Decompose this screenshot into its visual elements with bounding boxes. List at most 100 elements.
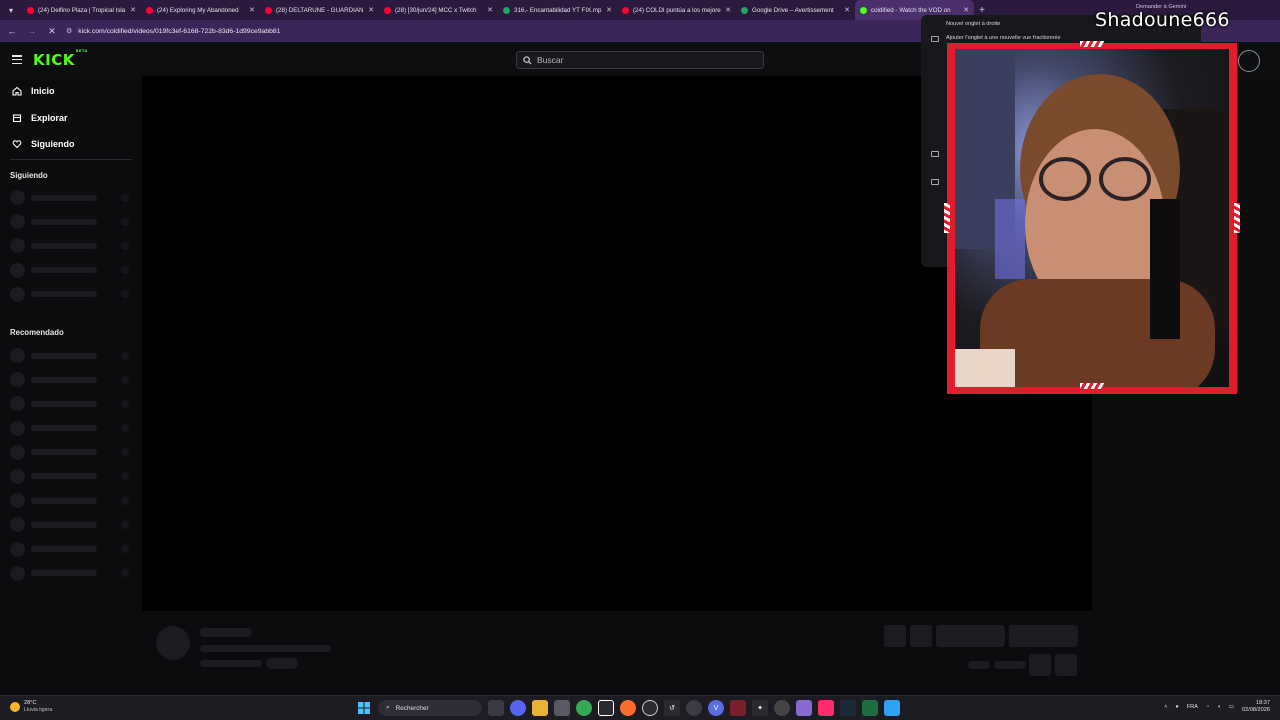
- status-dot-placeholder: [121, 290, 129, 299]
- chrome-icon[interactable]: [576, 700, 592, 716]
- app-icon[interactable]: [884, 700, 900, 716]
- app-icon[interactable]: [598, 700, 614, 716]
- vpn-icon[interactable]: V: [708, 700, 724, 716]
- close-tab-icon[interactable]: ✕: [606, 6, 612, 14]
- tab-title: (28) DELTARUNE - GUARDIAN: [276, 6, 364, 14]
- language-indicator[interactable]: FRA: [1187, 704, 1198, 710]
- app-icon[interactable]: [554, 700, 570, 716]
- browser-tab[interactable]: 316,- Encantabilidad YT FIX.mp ✕: [498, 0, 617, 20]
- close-tab-icon[interactable]: ✕: [368, 6, 374, 14]
- avatar-placeholder: [10, 493, 25, 509]
- app-icon[interactable]: ↺: [664, 700, 680, 716]
- streamer-silhouette: [955, 49, 1229, 387]
- microphone-icon[interactable]: ●: [1175, 704, 1178, 710]
- weather-widget[interactable]: 28°C Lluvia ligera: [10, 700, 52, 714]
- status-dot-placeholder: [121, 399, 129, 408]
- forward-button[interactable]: →: [24, 23, 40, 39]
- reload-button[interactable]: ✕: [44, 23, 60, 39]
- new-tab-button[interactable]: +: [974, 5, 990, 16]
- taskbar-search[interactable]: ⌕ Rechercher: [378, 700, 482, 716]
- search-input[interactable]: Buscar: [516, 51, 764, 69]
- channel-placeholder: [0, 489, 140, 513]
- close-tab-icon[interactable]: ✕: [249, 6, 255, 14]
- browser-tab[interactable]: Google Drive – Avertissement ✕: [736, 0, 855, 20]
- start-icon[interactable]: [356, 700, 372, 716]
- browser-tab[interactable]: (24) COLDI puntúa a los mejore ✕: [617, 0, 736, 20]
- channel-placeholder: [0, 440, 140, 464]
- browser-tab[interactable]: (24) Exploring My Abandoned ✕: [141, 0, 260, 20]
- streamer-name: Shadoune666: [1095, 9, 1230, 31]
- channel-placeholder: [0, 210, 140, 234]
- volume-icon[interactable]: ◖: [1217, 704, 1220, 710]
- steam-icon[interactable]: [840, 700, 856, 716]
- clock[interactable]: 18:37 02/08/2026: [1242, 700, 1270, 714]
- name-placeholder: [31, 267, 97, 274]
- name-placeholder: [31, 291, 97, 298]
- status-dot-placeholder: [121, 569, 129, 578]
- recommended-section-title: Recomendado: [10, 328, 64, 338]
- sidebar-item-explorar[interactable]: Explorar: [0, 105, 140, 132]
- tab-title: (24) Delfino Plaza | Tropical Isla: [38, 6, 126, 14]
- channel-placeholder: [0, 258, 140, 282]
- discord-icon[interactable]: [510, 700, 526, 716]
- app-icon[interactable]: [686, 700, 702, 716]
- action-button-placeholder[interactable]: [1009, 625, 1078, 647]
- wifi-icon[interactable]: ◔: [1206, 704, 1209, 710]
- status-dot-placeholder: [121, 217, 129, 226]
- action-button-placeholder[interactable]: [884, 625, 906, 647]
- menu-item-split-view[interactable]: Ajouter l'onglet à une nouvelle vue frac…: [946, 35, 1061, 41]
- menu-item-new-tab-right[interactable]: Nouvel onglet à droite: [946, 21, 1000, 27]
- app-icon[interactable]: [730, 700, 746, 716]
- name-placeholder: [31, 570, 97, 577]
- task-view-icon[interactable]: [488, 700, 504, 716]
- channel-placeholder: [0, 537, 140, 561]
- heart-icon: [12, 139, 22, 149]
- app-icon[interactable]: ✦: [752, 700, 768, 716]
- excel-icon[interactable]: [862, 700, 878, 716]
- folder-icon[interactable]: [532, 700, 548, 716]
- address-bar[interactable]: ⚙ kick.com/coldified/videos/019fc3ef-616…: [66, 23, 906, 39]
- channel-placeholder: [0, 392, 140, 416]
- url-text: kick.com/coldified/videos/019fc3ef-6168-…: [78, 27, 281, 35]
- action-button-placeholder[interactable]: [1055, 654, 1077, 676]
- tiktok-icon[interactable]: [818, 700, 834, 716]
- avatar-placeholder: [10, 565, 25, 581]
- site-info-icon[interactable]: ⚙: [66, 27, 72, 35]
- browser-tab[interactable]: (24) Delfino Plaza | Tropical Isla ✕: [22, 0, 141, 20]
- chatgpt-icon[interactable]: [642, 700, 658, 716]
- sidebar-item-inicio[interactable]: Inicio: [0, 78, 140, 105]
- browser-tab[interactable]: (28) [30/jun/24] MCC x Twitch ✕: [379, 0, 498, 20]
- action-button-placeholder[interactable]: [910, 625, 932, 647]
- app-icon[interactable]: [796, 700, 812, 716]
- name-placeholder: [31, 352, 97, 359]
- compass-icon: [12, 113, 22, 123]
- window-icon: [931, 179, 939, 185]
- app-icon[interactable]: [774, 700, 790, 716]
- overlay-stripe-left: [944, 203, 950, 233]
- name-placeholder: [31, 521, 97, 528]
- avatar-placeholder: [10, 190, 25, 206]
- back-button[interactable]: ←: [4, 23, 20, 39]
- browser-tab[interactable]: (28) DELTARUNE - GUARDIAN ✕: [260, 0, 379, 20]
- menu-icon[interactable]: [12, 55, 22, 64]
- tab-list-dropdown-icon[interactable]: ▾: [0, 0, 22, 20]
- close-tab-icon[interactable]: ✕: [844, 6, 850, 14]
- close-tab-icon[interactable]: ✕: [725, 6, 731, 14]
- kick-logo[interactable]: KICKBETA: [33, 49, 88, 69]
- close-tab-icon[interactable]: ✕: [487, 6, 493, 14]
- close-tab-icon[interactable]: ✕: [963, 6, 969, 14]
- battery-icon[interactable]: ▭: [1229, 704, 1234, 710]
- clock-date: 02/08/2026: [1242, 707, 1270, 713]
- action-button-placeholder[interactable]: [936, 625, 1005, 647]
- action-button-placeholder[interactable]: [1029, 654, 1051, 676]
- user-avatar[interactable]: [1238, 50, 1260, 72]
- firefox-icon[interactable]: [620, 700, 636, 716]
- tab-favicon-icon: [622, 6, 629, 14]
- sidebar-item-siguiendo[interactable]: Siguiendo: [0, 131, 140, 158]
- weather-temp: 28°C: [24, 700, 37, 706]
- close-tab-icon[interactable]: ✕: [130, 6, 136, 14]
- status-dot-placeholder: [121, 448, 129, 457]
- chevron-up-icon[interactable]: ˄: [1164, 704, 1167, 710]
- taskbar-search-label: Rechercher: [395, 704, 429, 712]
- sidebar-item-label: Siguiendo: [31, 139, 75, 150]
